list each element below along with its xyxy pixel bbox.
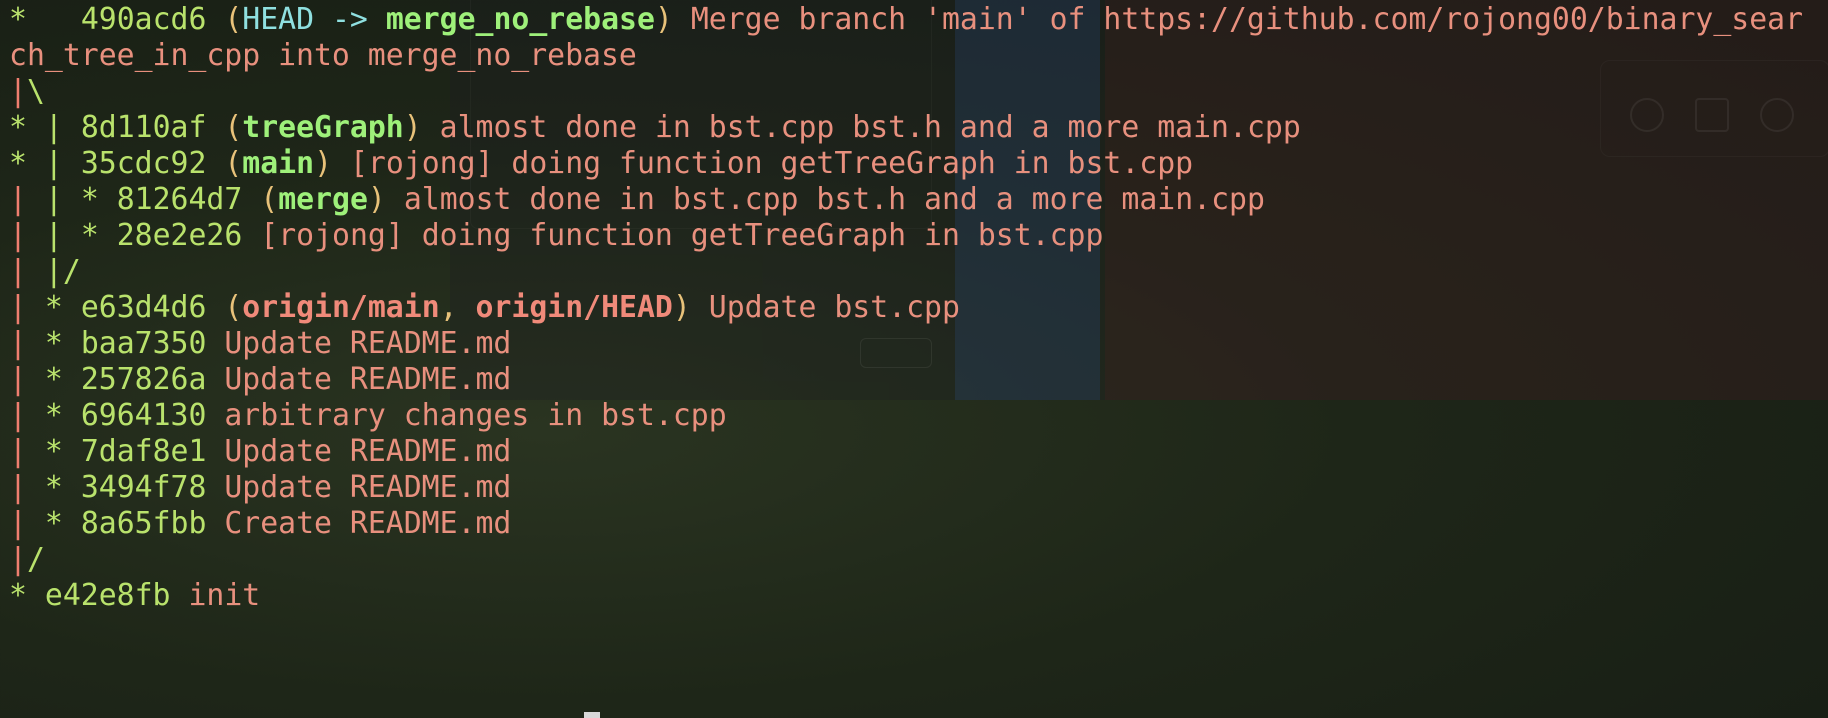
commit-message: almost done in bst.cpp bst.h and a more … <box>403 182 1265 217</box>
graph-glyphs: |\ <box>9 74 45 109</box>
branch-ref: main <box>242 146 315 181</box>
commit-message: Create README.md <box>224 506 512 541</box>
commit-message: Update README.md <box>224 434 512 469</box>
graph-glyphs: * <box>9 578 27 613</box>
text-cursor <box>584 712 600 718</box>
graph-glyphs: | | * <box>9 182 99 217</box>
graph-glyphs: |/ <box>9 542 45 577</box>
graph-glyphs: * <box>9 2 27 37</box>
commit-hash: 490acd6 <box>80 2 207 37</box>
graph-glyphs: | * <box>9 326 63 361</box>
ref-open-paren: ( <box>224 110 243 145</box>
branch-ref: merge_no_rebase <box>385 2 655 37</box>
graph-glyphs: | * <box>9 362 63 397</box>
commit-message: init <box>188 578 261 613</box>
commit-hash: 6964130 <box>80 398 207 433</box>
ref-open-paren: ( <box>224 146 243 181</box>
log-line: | | * 28e2e26 [rojong] doing function ge… <box>9 215 1103 257</box>
commit-message: arbitrary changes in bst.cpp <box>224 398 727 433</box>
commit-message: ch_tree_in_cpp into merge_no_rebase <box>9 38 637 73</box>
ref-close-paren: ) <box>314 146 333 181</box>
branch-ref: treeGraph <box>242 110 404 145</box>
ref-open-paren: ( <box>224 290 243 325</box>
ref-open-paren: ( <box>224 2 243 37</box>
branch-ref: origin/main <box>242 290 440 325</box>
branch-ref: HEAD -> <box>242 2 386 37</box>
ref-close-paren: ) <box>654 2 673 37</box>
commit-message: Merge branch 'main' of https://github.co… <box>690 2 1804 37</box>
commit-hash: e63d4d6 <box>80 290 207 325</box>
commit-hash: 81264d7 <box>116 182 243 217</box>
commit-message: almost done in bst.cpp bst.h and a more … <box>439 110 1301 145</box>
log-line: * e42e8fb init <box>9 575 260 617</box>
terminal-window: * 490acd6 (HEAD -> merge_no_rebase) Merg… <box>0 0 1828 718</box>
commit-hash: 35cdc92 <box>80 146 207 181</box>
graph-glyphs: | |/ <box>9 254 81 289</box>
commit-hash: 8a65fbb <box>80 506 207 541</box>
graph-glyphs: | * <box>9 434 63 469</box>
ref-open-paren: ( <box>260 182 279 217</box>
commit-message: Update README.md <box>224 470 512 505</box>
commit-hash: 28e2e26 <box>116 218 243 253</box>
ref-separator: , <box>439 290 476 325</box>
graph-glyphs: | * <box>9 470 63 505</box>
graph-glyphs: | * <box>9 506 63 541</box>
log-line: ch_tree_in_cpp into merge_no_rebase <box>9 35 637 77</box>
commit-message: [rojong] doing function getTreeGraph in … <box>349 146 1194 181</box>
commit-message: Update README.md <box>224 326 512 361</box>
graph-glyphs: * | <box>9 110 63 145</box>
graph-glyphs: | * <box>9 398 63 433</box>
log-line: | * 8a65fbb Create README.md <box>9 503 511 545</box>
commit-hash: 7daf8e1 <box>80 434 207 469</box>
ref-close-paren: ) <box>672 290 691 325</box>
commit-hash: 3494f78 <box>80 470 207 505</box>
commit-message: [rojong] doing function getTreeGraph in … <box>260 218 1104 253</box>
ref-close-paren: ) <box>403 110 422 145</box>
commit-hash: baa7350 <box>80 326 207 361</box>
commit-message: Update README.md <box>224 362 512 397</box>
graph-glyphs: | | * <box>9 218 99 253</box>
commit-hash: 257826a <box>80 362 207 397</box>
commit-message: Update bst.cpp <box>708 290 960 325</box>
ref-close-paren: ) <box>367 182 386 217</box>
commit-hash: e42e8fb <box>44 578 171 613</box>
graph-glyphs: * | <box>9 146 63 181</box>
commit-hash: 8d110af <box>80 110 207 145</box>
branch-ref: merge <box>278 182 368 217</box>
branch-ref: origin/HEAD <box>475 290 673 325</box>
graph-glyphs: | * <box>9 290 63 325</box>
